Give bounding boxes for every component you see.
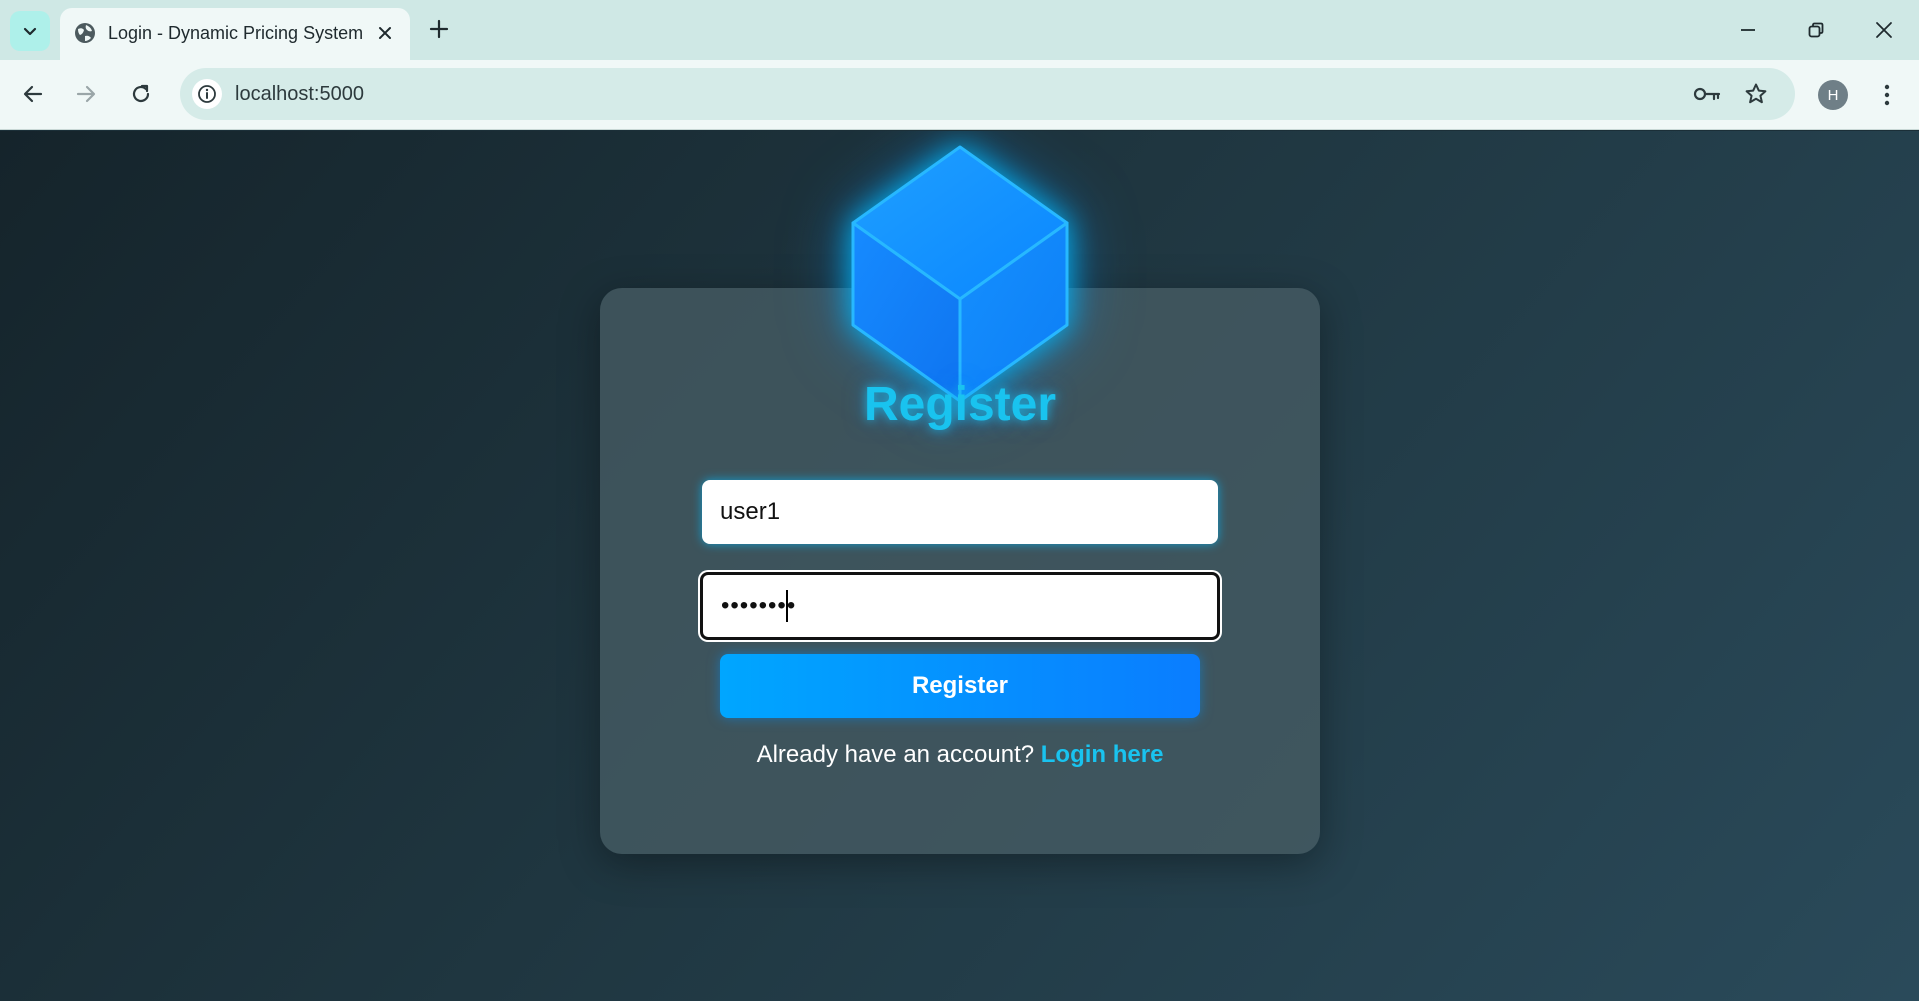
- chevron-down-icon: [23, 27, 37, 36]
- minimize-icon: [1741, 29, 1755, 31]
- login-link[interactable]: Login here: [1041, 741, 1164, 768]
- address-bar[interactable]: localhost:5000: [180, 68, 1795, 120]
- cube-icon: [851, 145, 1069, 403]
- username-input[interactable]: [702, 480, 1218, 544]
- new-tab-button[interactable]: [424, 14, 454, 44]
- text-caret: [786, 590, 788, 622]
- password-manager-button[interactable]: [1692, 79, 1722, 109]
- restore-icon: [1808, 22, 1824, 38]
- site-info-button[interactable]: [192, 79, 222, 109]
- info-icon: [198, 85, 216, 103]
- restore-button[interactable]: [1796, 10, 1836, 50]
- bookmark-button[interactable]: [1741, 79, 1771, 109]
- tab-search-button[interactable]: [10, 11, 50, 51]
- arrow-right-icon: [76, 85, 96, 103]
- close-icon: [379, 27, 391, 39]
- password-input[interactable]: [700, 572, 1220, 640]
- kebab-menu-icon: [1884, 84, 1890, 106]
- close-tab-button[interactable]: [372, 20, 398, 46]
- page-viewport: Register Register Already have an accoun…: [0, 131, 1919, 1001]
- globe-icon: [75, 23, 95, 43]
- close-icon: [1876, 22, 1892, 38]
- browser-tabstrip: Login - Dynamic Pricing System: [0, 0, 1919, 60]
- minimize-button[interactable]: [1728, 10, 1768, 50]
- plus-icon: [429, 19, 449, 39]
- reload-button[interactable]: [121, 74, 161, 114]
- arrow-left-icon: [23, 85, 43, 103]
- key-icon: [1693, 87, 1721, 101]
- register-button[interactable]: Register: [720, 654, 1200, 718]
- url-text[interactable]: localhost:5000: [235, 83, 364, 106]
- tab-active[interactable]: Login - Dynamic Pricing System: [60, 8, 410, 60]
- back-button[interactable]: [13, 74, 53, 114]
- star-icon: [1745, 83, 1767, 104]
- browser-menu-button[interactable]: [1872, 78, 1902, 112]
- forward-button[interactable]: [66, 74, 106, 114]
- browser-toolbar: localhost:5000 H: [0, 60, 1919, 130]
- close-window-button[interactable]: [1864, 10, 1904, 50]
- login-prompt: Already have an account? Login here: [600, 741, 1320, 769]
- tab-title: Login - Dynamic Pricing System: [108, 23, 364, 43]
- page-title: Register: [863, 378, 1057, 431]
- login-prompt-text: Already have an account?: [756, 741, 1035, 768]
- profile-avatar[interactable]: H: [1818, 80, 1848, 110]
- reload-icon: [132, 84, 150, 103]
